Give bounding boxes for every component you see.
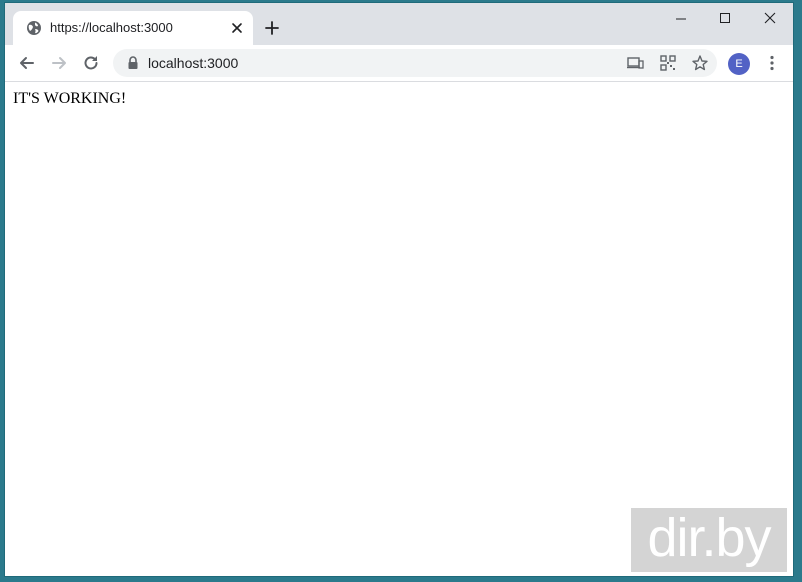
lock-icon[interactable]: [127, 56, 139, 70]
qr-code-icon[interactable]: [659, 54, 677, 72]
close-icon[interactable]: [758, 9, 782, 29]
maximize-icon[interactable]: [713, 9, 737, 29]
browser-window: https://localhost:3000 localhost:3000 E …: [4, 2, 794, 577]
tab-title: https://localhost:3000: [50, 20, 173, 35]
watermark-logo: dir.by: [631, 508, 787, 572]
page-content: IT'S WORKING! dir.by: [5, 82, 793, 576]
url-text[interactable]: localhost:3000: [148, 55, 238, 71]
star-bookmark-icon[interactable]: [691, 54, 709, 72]
forward-arrow-icon[interactable]: [49, 53, 69, 73]
cast-install-icon[interactable]: [626, 54, 644, 72]
address-bar[interactable]: localhost:3000: [113, 49, 717, 77]
browser-tab[interactable]: https://localhost:3000: [13, 11, 253, 45]
back-arrow-icon[interactable]: [17, 53, 37, 73]
more-menu-icon[interactable]: [763, 54, 781, 72]
profile-avatar[interactable]: E: [728, 53, 750, 75]
minimize-icon[interactable]: [669, 9, 693, 29]
reload-icon[interactable]: [81, 53, 101, 73]
page-text: IT'S WORKING!: [13, 90, 127, 107]
title-bar: https://localhost:3000: [5, 3, 793, 45]
browser-toolbar: localhost:3000 E: [5, 45, 793, 82]
tab-close-icon[interactable]: [229, 20, 245, 36]
new-tab-plus-icon[interactable]: [263, 19, 281, 37]
globe-icon: [26, 20, 42, 36]
